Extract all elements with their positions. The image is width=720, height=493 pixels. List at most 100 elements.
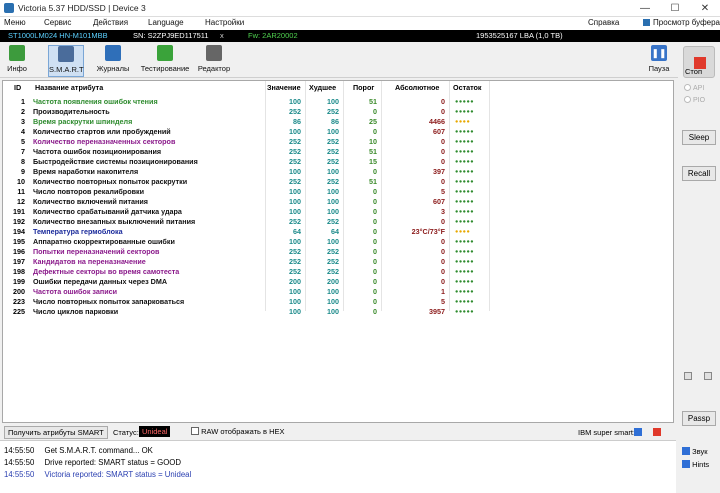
menu-item-menu[interactable]: Меню	[4, 18, 26, 27]
cell-absolute: 0	[441, 277, 445, 286]
table-row[interactable]: 11 Число повторов рекалибровки 100 100 0 5 ●●●…	[3, 187, 673, 197]
ibm-checkbox[interactable]	[634, 428, 642, 436]
hints-checkbox[interactable]: Hints	[682, 460, 709, 469]
cell-remain: ●●●●●	[455, 129, 475, 135]
cell-id: 198	[13, 267, 25, 276]
menu-item-settings[interactable]: Настройки	[205, 18, 244, 27]
cell-id: 5	[21, 137, 25, 146]
col-header-worst[interactable]: Худшее	[309, 81, 336, 95]
table-row[interactable]: 4 Количество стартов или пробуждений 100 10…	[3, 127, 673, 137]
table-row[interactable]: 9 Время наработки накопителя 100 100 0 397 ●●●…	[3, 167, 673, 177]
recall-button[interactable]: Recall	[682, 166, 716, 181]
cell-id: 195	[13, 237, 25, 246]
table-row[interactable]: 3 Время раскрутки шпинделя 86 86 25 4466 ●●●●	[3, 117, 673, 127]
cell-name: Ошибки передачи данных через DMA	[33, 277, 168, 286]
col-header-remain[interactable]: Остаток	[453, 81, 482, 95]
table-row[interactable]: 223 Число повторных попыток запарковаться…	[3, 297, 673, 307]
col-header-name[interactable]: Название атрибута	[35, 81, 103, 95]
menu-item-service[interactable]: Сервис	[44, 18, 71, 27]
cell-name: Кандидатов на переназначение	[33, 257, 146, 266]
tab-journals[interactable]: Журналы	[96, 45, 130, 77]
cell-worst: 100	[327, 197, 339, 206]
cell-threshold: 0	[373, 307, 377, 316]
table-row[interactable]: 2 Производительность 252 252 0 0 ●●●●●	[3, 107, 673, 117]
get-smart-button[interactable]: Получить атрибуты SMART	[4, 426, 108, 439]
cell-value: 100	[289, 297, 301, 306]
table-row[interactable]: 191 Количество срабатываний датчика удара…	[3, 207, 673, 217]
menu-bar: Меню Сервис Действия Language Настройки …	[0, 17, 720, 30]
cell-remain: ●●●●●	[455, 299, 475, 305]
log-panel[interactable]: 14:55:50 Get S.M.A.R.T. command... OK 14…	[0, 440, 676, 493]
editor-icon	[206, 45, 222, 61]
api-radio[interactable]: API	[684, 84, 704, 92]
cell-value: 100	[289, 167, 301, 176]
col-header-absolute[interactable]: Абсолютное	[395, 81, 439, 95]
cell-value: 100	[289, 287, 301, 296]
table-row[interactable]: 5 Количество переназначенных секторов 252 2…	[3, 137, 673, 147]
table-row[interactable]: 8 Быстродействие системы позиционирования…	[3, 157, 673, 167]
log-time: 14:55:50	[4, 446, 35, 455]
menu-item-language[interactable]: Language	[148, 18, 184, 27]
col-header-id[interactable]: ID	[14, 81, 21, 95]
col-header-threshold[interactable]: Порог	[353, 81, 374, 95]
table-row[interactable]: 225 Число циклов парковки 100 100 0 3957 ●●●●●	[3, 307, 673, 317]
table-row[interactable]: 1 Частота появления ошибок чтения 100 100 51…	[3, 97, 673, 107]
cell-worst: 100	[327, 297, 339, 306]
passp-button[interactable]: Passp	[682, 411, 716, 426]
close-button[interactable]: ✕	[690, 0, 720, 17]
tab-smart[interactable]: S.M.A.R.T	[48, 45, 84, 77]
tab-editor[interactable]: Редактор	[197, 45, 231, 77]
col-header-value[interactable]: Значение	[267, 81, 301, 95]
small-button-right[interactable]	[704, 372, 712, 380]
cell-name: Частота появления ошибок чтения	[33, 97, 158, 106]
table-row[interactable]: 197 Кандидатов на переназначение 252 252 0 0 ●…	[3, 257, 673, 267]
table-row[interactable]: 199 Ошибки передачи данных через DMA 200 20…	[3, 277, 673, 287]
maximize-button[interactable]: ☐	[660, 0, 690, 17]
table-row[interactable]: 7 Частота ошибок позиционирования 252 252 51…	[3, 147, 673, 157]
cell-absolute: 1	[441, 287, 445, 296]
table-row[interactable]: 194 Температура гермоблока 64 64 0 23°C/73°F ●…	[3, 227, 673, 237]
cell-id: 7	[21, 147, 25, 156]
raw-hex-checkbox[interactable]: RAW отображать в HEX	[191, 427, 285, 436]
cell-worst: 200	[327, 277, 339, 286]
cell-threshold: 15	[369, 157, 377, 166]
status-badge: Unideal	[139, 426, 171, 437]
sleep-button[interactable]: Sleep	[682, 130, 716, 145]
table-row[interactable]: 10 Количество повторных попыток раскрутки…	[3, 177, 673, 187]
table-row[interactable]: 12 Количество включений питания 100 100 0 607…	[3, 197, 673, 207]
cell-absolute: 5	[441, 297, 445, 306]
table-row[interactable]: 198 Дефектные секторы во время самотеста 2…	[3, 267, 673, 277]
menu-item-actions[interactable]: Действия	[93, 18, 128, 27]
cell-threshold: 0	[373, 197, 377, 206]
sound-checkbox[interactable]: Звук	[682, 447, 707, 456]
cell-id: 1	[21, 97, 25, 106]
minimize-button[interactable]: —	[630, 0, 660, 17]
menu-item-help[interactable]: Справка	[588, 18, 619, 27]
table-row[interactable]: 196 Попытки переназначений секторов 252 252…	[3, 247, 673, 257]
cell-threshold: 0	[373, 217, 377, 226]
cell-remain: ●●●●	[455, 229, 471, 235]
smart-icon	[58, 46, 74, 62]
cell-absolute: 607	[433, 127, 445, 136]
cell-remain: ●●●●●	[455, 239, 475, 245]
cell-value: 100	[289, 237, 301, 246]
cell-threshold: 0	[373, 107, 377, 116]
cell-absolute: 0	[441, 267, 445, 276]
cell-worst: 100	[327, 207, 339, 216]
close-device-x[interactable]: x	[220, 31, 224, 40]
small-button-left[interactable]	[684, 372, 692, 380]
menu-item-buffer-viewer[interactable]: Просмотр буфера	[643, 18, 720, 27]
cell-remain: ●●●●●	[455, 189, 475, 195]
table-row[interactable]: 195 Аппаратно скорректированные ошибки 100…	[3, 237, 673, 247]
table-row[interactable]: 200 Частота ошибок записи 100 100 0 1 ●●●●●	[3, 287, 673, 297]
tab-testing[interactable]: Тестирование	[140, 45, 190, 77]
tab-journals-label: Журналы	[96, 64, 130, 73]
table-row[interactable]: 192 Количество внезапных выключений питан…	[3, 217, 673, 227]
cell-worst: 100	[327, 307, 339, 316]
pio-radio[interactable]: PIO	[684, 96, 705, 104]
tab-info[interactable]: Инфо	[4, 45, 30, 77]
pause-button[interactable]: ❚❚ Пауза	[646, 45, 672, 77]
cell-remain: ●●●●●	[455, 109, 475, 115]
cell-name: Время наработки накопителя	[33, 167, 139, 176]
cell-remain: ●●●●●	[455, 209, 475, 215]
